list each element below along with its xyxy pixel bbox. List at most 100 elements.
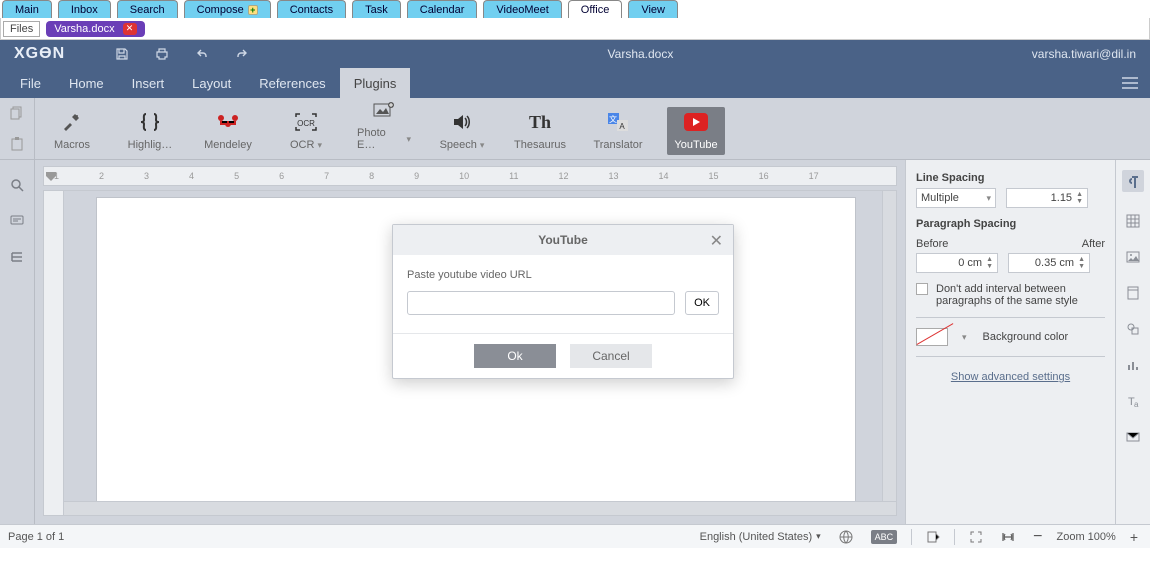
spacing-after-input[interactable]: 0.35 cm▲▼	[1008, 253, 1090, 273]
dialog-title: YouTube	[538, 233, 588, 247]
track-changes-icon[interactable]	[922, 528, 944, 546]
menu-plugins[interactable]: Plugins	[340, 68, 411, 98]
svg-text:a: a	[1134, 400, 1139, 408]
editor-title-bar: XGƟN Varsha.docx varsha.tiwari@dil.in	[0, 40, 1150, 68]
tab-inbox[interactable]: Inbox	[58, 0, 111, 18]
plugin-photo-editor-button[interactable]: Photo E…▾	[355, 95, 413, 155]
files-menu-button[interactable]: Files	[3, 21, 40, 37]
plugin-mendeley-button[interactable]: Mendeley	[199, 107, 257, 155]
chevron-down-icon: ▾	[962, 332, 967, 343]
zoom-out-button[interactable]: −	[1029, 526, 1046, 548]
comments-icon[interactable]	[10, 214, 24, 228]
shape-icon[interactable]	[1126, 322, 1140, 336]
save-icon[interactable]	[115, 47, 129, 61]
tab-compose[interactable]: Compose+	[184, 0, 271, 18]
menu-file[interactable]: File	[6, 68, 55, 98]
ok-button[interactable]: Ok	[474, 344, 556, 368]
tab-main[interactable]: Main	[2, 0, 52, 18]
tab-contacts[interactable]: Contacts	[277, 0, 346, 18]
fit-page-icon[interactable]	[965, 528, 987, 546]
tab-view[interactable]: View	[628, 0, 678, 18]
document-title: Varsha.docx	[249, 47, 1032, 61]
search-icon[interactable]	[10, 178, 24, 192]
spellcheck-button[interactable]: ABC	[867, 528, 902, 546]
plugin-youtube-button[interactable]: YouTube	[667, 107, 725, 155]
close-icon[interactable]: ✕	[123, 23, 137, 35]
tools-icon	[61, 111, 83, 133]
mail-merge-icon[interactable]	[1126, 430, 1140, 444]
chevron-down-icon: ▾	[480, 140, 485, 151]
tab-videomeet[interactable]: VideoMeet	[483, 0, 561, 18]
language-selector[interactable]: English (United States) ▾	[696, 529, 825, 545]
line-spacing-value-input[interactable]: 1.15▲▼	[1006, 188, 1088, 208]
open-document-pill[interactable]: Varsha.docx ✕	[46, 21, 144, 37]
stepper-icon[interactable]: ▲▼	[1078, 256, 1085, 270]
thesaurus-icon: Th	[529, 111, 551, 133]
paste-icon[interactable]	[10, 137, 24, 151]
menu-layout[interactable]: Layout	[178, 68, 245, 98]
plugin-speech-button[interactable]: Speech▾	[433, 107, 491, 155]
plugin-thesaurus-button[interactable]: Th Thesaurus	[511, 107, 569, 155]
header-footer-icon[interactable]	[1126, 286, 1140, 300]
zoom-in-button[interactable]: +	[1126, 527, 1142, 547]
photo-icon	[373, 99, 395, 121]
dialog-title-bar: YouTube ✕	[393, 225, 733, 255]
globe-icon[interactable]	[835, 528, 857, 546]
brand-logo: XGƟN	[14, 45, 65, 63]
stepper-icon[interactable]: ▲▼	[1076, 191, 1083, 205]
braces-icon	[139, 111, 161, 133]
table-icon[interactable]	[1126, 214, 1140, 228]
stepper-icon[interactable]: ▲▼	[986, 256, 993, 270]
app-top-tabs: Main Inbox Search Compose+ Contacts Task…	[0, 0, 1150, 18]
chevron-down-icon: ▾	[406, 134, 411, 145]
cancel-button[interactable]: Cancel	[570, 344, 652, 368]
spacing-before-input[interactable]: 0 cm▲▼	[916, 253, 998, 273]
paragraph-panel: Line Spacing Multiple▾ 1.15▲▼ Paragraph …	[905, 160, 1115, 524]
menu-insert[interactable]: Insert	[118, 68, 179, 98]
horizontal-ruler[interactable]: 1234567891011121314151617	[43, 166, 897, 186]
fit-width-icon[interactable]	[997, 528, 1019, 546]
speaker-icon	[452, 111, 472, 133]
before-label: Before	[916, 238, 948, 250]
tab-search[interactable]: Search	[117, 0, 178, 18]
chart-icon[interactable]	[1126, 358, 1140, 372]
tab-task[interactable]: Task	[352, 0, 401, 18]
page-indicator[interactable]: Page 1 of 1	[8, 531, 64, 543]
no-interval-checkbox[interactable]: Don't add interval between paragraphs of…	[916, 283, 1105, 307]
undo-icon[interactable]	[195, 47, 209, 61]
menu-references[interactable]: References	[245, 68, 339, 98]
print-icon[interactable]	[155, 47, 169, 61]
plugin-ocr-button[interactable]: OCR OCR▾	[277, 107, 335, 155]
copy-icon[interactable]	[10, 106, 24, 120]
svg-text:A: A	[619, 122, 625, 131]
image-icon[interactable]	[1126, 250, 1140, 264]
redo-icon[interactable]	[235, 47, 249, 61]
headings-icon[interactable]	[10, 250, 24, 264]
tab-calendar[interactable]: Calendar	[407, 0, 478, 18]
paragraph-icon[interactable]	[1122, 170, 1144, 192]
current-user[interactable]: varsha.tiwari@dil.in	[1032, 47, 1136, 61]
paragraph-spacing-title: Paragraph Spacing	[916, 218, 1105, 230]
url-ok-button[interactable]: OK	[685, 291, 719, 315]
horizontal-scrollbar[interactable]	[64, 501, 896, 515]
chevron-down-icon: ▾	[317, 140, 322, 151]
plugin-translator-button[interactable]: 文A Translator	[589, 107, 647, 155]
text-art-icon[interactable]: Ta	[1126, 394, 1140, 408]
youtube-url-input[interactable]	[407, 291, 675, 315]
background-color-row[interactable]: ▾ Background color	[916, 328, 1105, 346]
menu-home[interactable]: Home	[55, 68, 118, 98]
chevron-down-icon: ▾	[816, 531, 821, 542]
vertical-ruler[interactable]	[43, 190, 63, 516]
tab-office[interactable]: Office	[568, 0, 623, 18]
plugin-highlight-button[interactable]: Highlig…	[121, 107, 179, 155]
hamburger-icon[interactable]	[1116, 77, 1144, 89]
ocr-icon: OCR	[295, 111, 317, 133]
plugin-macros-button[interactable]: Macros	[43, 107, 101, 155]
line-spacing-mode-select[interactable]: Multiple▾	[916, 188, 996, 208]
advanced-settings-link[interactable]: Show advanced settings	[916, 371, 1105, 383]
close-icon[interactable]: ✕	[710, 231, 723, 251]
vertical-scrollbar[interactable]	[882, 191, 896, 515]
mendeley-icon	[216, 111, 240, 133]
left-tool-column	[0, 160, 35, 524]
zoom-level[interactable]: Zoom 100%	[1057, 531, 1116, 543]
